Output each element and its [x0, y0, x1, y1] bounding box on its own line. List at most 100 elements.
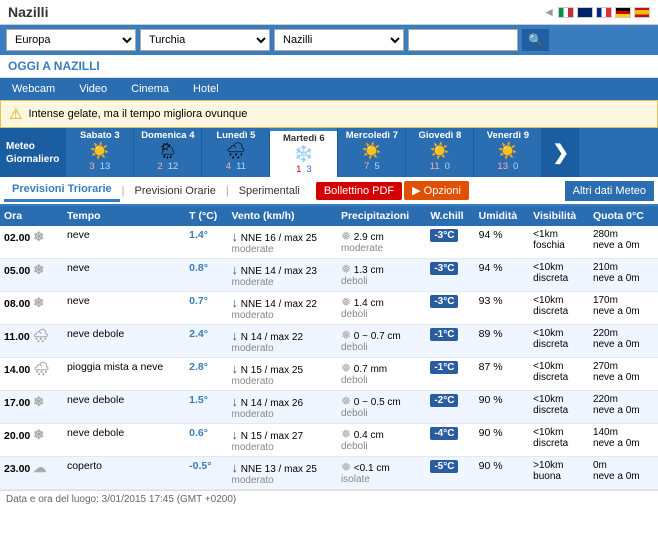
- day-giovedi[interactable]: Giovedì 8 ☀️ 110: [405, 128, 473, 177]
- umidita-cell: 94 %: [475, 226, 530, 259]
- day-name: Lunedì 5: [216, 130, 255, 141]
- col-quota: Quota 0°C: [589, 206, 658, 226]
- subnav-webcam[interactable]: Webcam: [0, 78, 67, 100]
- precip-cell: ❅ <0.1 cmisolate: [337, 457, 426, 490]
- today-banner: OGGI A NAZILLI: [0, 55, 658, 78]
- day-name: Martedì 6: [283, 133, 325, 144]
- tab-row: Previsioni Triorarie | Previsioni Orarie…: [0, 177, 658, 206]
- search-button[interactable]: 🔍: [522, 29, 549, 51]
- day-more[interactable]: ❯: [541, 128, 579, 177]
- day-icon: 🌧: [226, 141, 246, 161]
- temps: 130: [497, 161, 518, 172]
- temps: 411: [226, 161, 246, 172]
- umidita-cell: 87 %: [475, 358, 530, 391]
- day-martedi[interactable]: Martedì 6 ❄️ 13: [269, 128, 337, 177]
- temps: 75: [364, 161, 380, 172]
- more-arrow-icon: ❯: [552, 140, 569, 165]
- umidita-cell: 89 %: [475, 325, 530, 358]
- weather-cell: neve: [63, 259, 185, 292]
- table-row: 14.00 🌧pioggia mista a neve2.8°↓ N 15 / …: [0, 358, 658, 391]
- table-row: 17.00 ❄neve debole1.5°↓ N 14 / max 26mod…: [0, 391, 658, 424]
- day-mercoledi[interactable]: Mercoledì 7 ☀️ 75: [337, 128, 405, 177]
- wind-cell: ↓ N 14 / max 22moderato: [227, 325, 336, 358]
- region-select[interactable]: Europa: [6, 29, 136, 51]
- altri-button[interactable]: Altri dati Meteo: [565, 181, 654, 201]
- time-cell: 14.00 🌧: [0, 358, 63, 391]
- flag-fr[interactable]: [596, 7, 612, 18]
- flag-de[interactable]: [615, 7, 631, 18]
- col-wchill: W.chill: [426, 206, 474, 226]
- visib-cell: >10kmbuona: [529, 457, 589, 490]
- flag-row: ◄: [543, 5, 650, 19]
- day-name: Mercoledì 7: [346, 130, 398, 141]
- weather-cell: neve debole: [63, 391, 185, 424]
- table-row: 02.00 ❄neve1.4°↓ NNE 16 / max 25moderate…: [0, 226, 658, 259]
- table-row: 11.00 🌧neve debole2.4°↓ N 14 / max 22mod…: [0, 325, 658, 358]
- day-sabato[interactable]: Sabato 3 ☀️ 313: [65, 128, 133, 177]
- quota-cell: 220mneve a 0m: [589, 325, 658, 358]
- flag-gb[interactable]: [577, 7, 593, 18]
- weather-table: Ora Tempo T (°C) Vento (km/h) Precipitaz…: [0, 206, 658, 490]
- temp-cell: -0.5°: [185, 457, 227, 490]
- temp-cell: 2.4°: [185, 325, 227, 358]
- wchill-cell: -5°C: [426, 457, 474, 490]
- tab-triorarie[interactable]: Previsioni Triorarie: [4, 179, 120, 202]
- col-umidita: Umidità: [475, 206, 530, 226]
- weather-cell: coperto: [63, 457, 185, 490]
- wind-cell: ↓ N 14 / max 26moderato: [227, 391, 336, 424]
- pdf-button[interactable]: Bollettino PDF: [316, 182, 402, 200]
- temps: 13: [296, 164, 312, 175]
- temps: 212: [157, 161, 178, 172]
- day-name: Giovedì 8: [418, 130, 461, 141]
- time-cell: 08.00 ❄: [0, 292, 63, 325]
- col-visib: Visibilità: [529, 206, 589, 226]
- temps: 110: [430, 161, 450, 172]
- tab-separator-1: |: [122, 185, 125, 197]
- subnav-cinema[interactable]: Cinema: [119, 78, 181, 100]
- col-precip: Precipitazioni: [337, 206, 426, 226]
- tab-separator-2: |: [226, 185, 229, 197]
- day-venerdi[interactable]: Venerdì 9 ☀️ 130: [473, 128, 541, 177]
- col-temp: T (°C): [185, 206, 227, 226]
- search-input[interactable]: [408, 29, 518, 51]
- visib-cell: <1kmfoschia: [529, 226, 589, 259]
- day-icon: ☀️: [498, 141, 518, 161]
- temp-cell: 0.6°: [185, 424, 227, 457]
- weather-cell: neve debole: [63, 424, 185, 457]
- wchill-cell: -3°C: [426, 226, 474, 259]
- precip-cell: ❅ 0 ~ 0.7 cmdeboli: [337, 325, 426, 358]
- day-lunedi[interactable]: Lunedì 5 🌧 411: [201, 128, 269, 177]
- quota-cell: 210mneve a 0m: [589, 259, 658, 292]
- footer: Data e ora del luogo: 3/01/2015 17:45 (G…: [0, 490, 658, 508]
- visib-cell: <10kmdiscreta: [529, 391, 589, 424]
- day-icon: ☀️: [430, 141, 450, 161]
- day-domenica[interactable]: Domenica 4 🌦 212: [133, 128, 201, 177]
- flag-it[interactable]: [558, 7, 574, 18]
- weather-cell: neve: [63, 292, 185, 325]
- subnav-hotel[interactable]: Hotel: [181, 78, 231, 100]
- day-icon: ☀️: [90, 141, 110, 161]
- umidita-cell: 93 %: [475, 292, 530, 325]
- temp-cell: 2.8°: [185, 358, 227, 391]
- flag-es[interactable]: [634, 7, 650, 18]
- opzioni-button[interactable]: ▶ Opzioni: [404, 181, 469, 200]
- precip-cell: ❅ 1.4 cmdeboli: [337, 292, 426, 325]
- weather-cell: neve debole: [63, 325, 185, 358]
- wchill-cell: -1°C: [426, 358, 474, 391]
- temps: 313: [89, 161, 110, 172]
- day-name: Sabato 3: [80, 130, 120, 141]
- wchill-cell: -3°C: [426, 259, 474, 292]
- country-select[interactable]: Turchia: [140, 29, 270, 51]
- time-cell: 11.00 🌧: [0, 325, 63, 358]
- city-select[interactable]: Nazilli: [274, 29, 404, 51]
- tab-sperimentali[interactable]: Sperimentali: [231, 181, 308, 201]
- quota-cell: 170mneve a 0m: [589, 292, 658, 325]
- day-name: Venerdì 9: [487, 130, 529, 141]
- col-wind: Vento (km/h): [227, 206, 336, 226]
- precip-cell: ❅ 2.9 cmmoderate: [337, 226, 426, 259]
- tab-orarie[interactable]: Previsioni Orarie: [127, 181, 224, 201]
- umidita-cell: 90 %: [475, 391, 530, 424]
- table-row: 23.00 ☁coperto-0.5°↓ NNE 13 / max 25mode…: [0, 457, 658, 490]
- subnav-video[interactable]: Video: [67, 78, 119, 100]
- time-cell: 23.00 ☁: [0, 457, 63, 490]
